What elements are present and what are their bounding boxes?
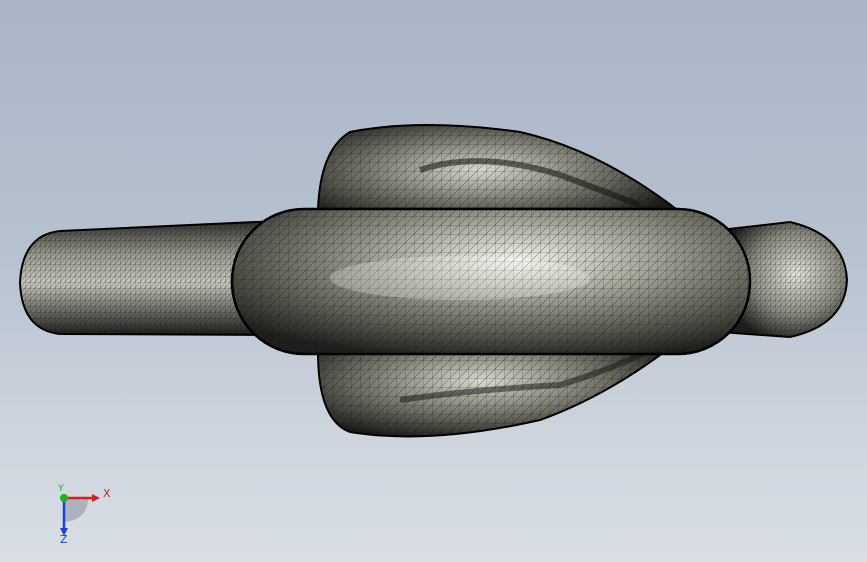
y-axis-label: Y <box>58 484 64 494</box>
z-axis-label: Z <box>60 533 68 546</box>
graphics-viewport[interactable]: X Y Z <box>0 0 867 562</box>
mesh-model[interactable] <box>0 0 867 562</box>
coordinate-triad: X Y Z <box>48 482 118 548</box>
x-axis-label: X <box>103 487 111 500</box>
y-axis-dot <box>60 494 68 502</box>
central-body <box>230 207 752 356</box>
